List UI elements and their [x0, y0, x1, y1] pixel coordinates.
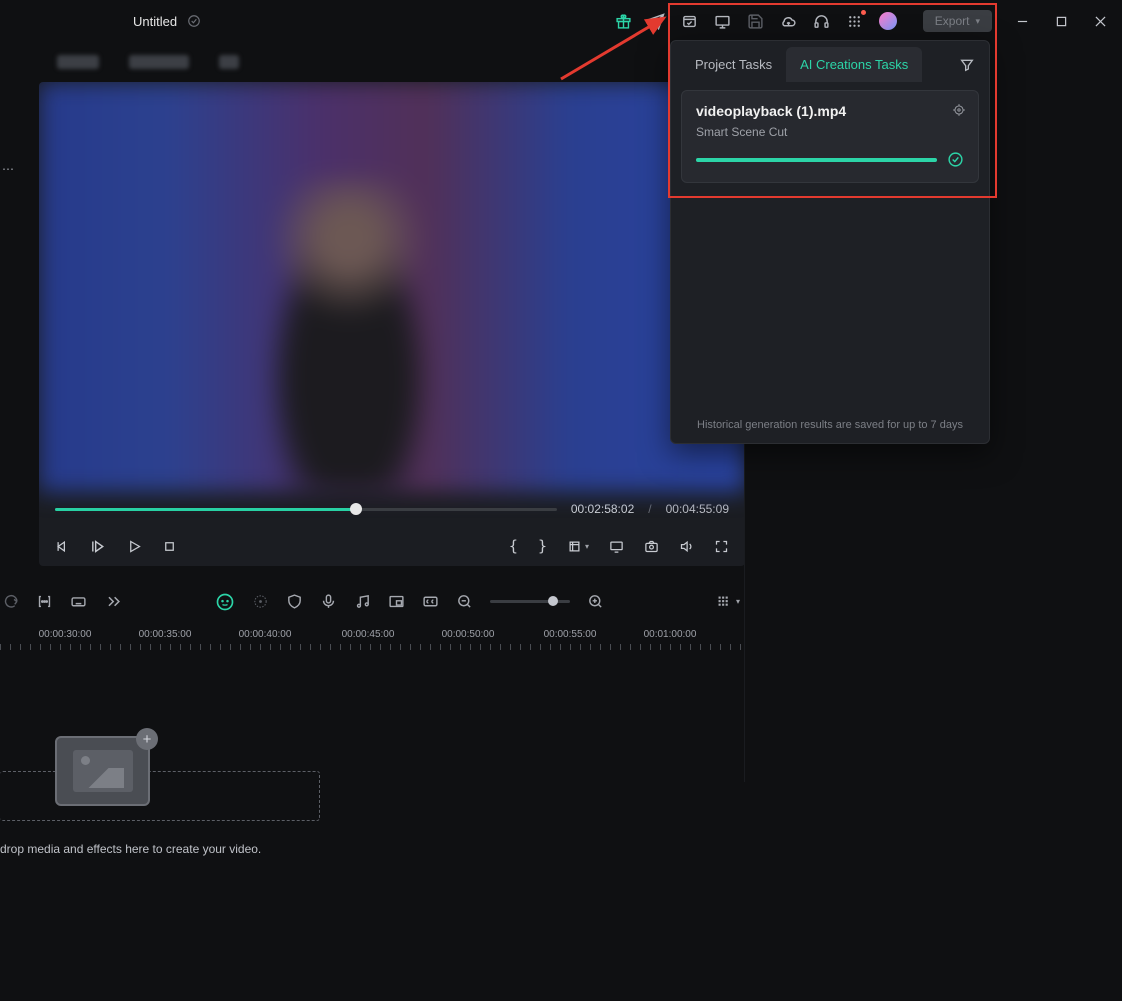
video-preview: 00:02:58:02 / 00:04:55:09 { } ▾	[39, 82, 745, 566]
play-icon[interactable]	[127, 539, 142, 554]
chevron-down-icon: ▾	[736, 597, 740, 606]
redo-icon[interactable]	[2, 593, 19, 610]
aspect-crop-dropdown[interactable]: ▾	[567, 539, 589, 554]
snapshot-icon[interactable]	[644, 539, 659, 554]
locate-target-icon[interactable]	[952, 103, 966, 117]
headset-icon[interactable]	[813, 13, 830, 30]
gift-icon[interactable]	[615, 13, 632, 30]
bracket-select-icon[interactable]	[36, 593, 53, 610]
ai-robot-icon[interactable]	[215, 592, 235, 612]
mark-in-icon[interactable]: {	[509, 537, 518, 555]
mark-out-icon[interactable]: }	[538, 537, 547, 555]
task-subtitle: Smart Scene Cut	[696, 125, 964, 139]
add-media-button[interactable]: +	[136, 728, 158, 750]
sidebar-handle[interactable]: ⋯	[2, 162, 13, 176]
check-circle-icon	[947, 151, 964, 168]
user-avatar[interactable]	[879, 12, 897, 30]
tasks-footer-note: Historical generation results are saved …	[671, 419, 989, 435]
preview-tab-blurred[interactable]	[129, 55, 189, 69]
tasks-queue-icon[interactable]	[681, 13, 698, 30]
time-separator: /	[648, 502, 651, 516]
fullscreen-icon[interactable]	[714, 539, 729, 554]
tasks-panel: Project Tasks AI Creations Tasks videopl…	[670, 40, 990, 444]
mic-icon[interactable]	[320, 593, 337, 610]
task-progress-bar	[696, 158, 937, 162]
drop-hint-text: drop media and effects here to create yo…	[0, 842, 261, 856]
play-next-frame-icon[interactable]	[90, 538, 107, 555]
video-canvas[interactable]	[39, 82, 745, 492]
ruler-label: 00:00:45:00	[342, 629, 395, 640]
ruler-label: 00:00:30:00	[39, 629, 92, 640]
window-minimize-icon[interactable]	[1017, 16, 1028, 27]
step-back-icon[interactable]	[55, 539, 70, 554]
ruler-label: 00:00:55:00	[544, 629, 597, 640]
stop-icon[interactable]	[162, 539, 177, 554]
project-title: Untitled	[133, 14, 177, 29]
sidebar-collapsed: ⋯	[0, 42, 15, 582]
cloud-upload-icon[interactable]	[780, 13, 797, 30]
duration-time: 00:04:55:09	[666, 502, 729, 516]
timeline-toolbar: ▾	[0, 582, 744, 622]
filter-icon[interactable]	[959, 57, 975, 73]
ruler-label: 00:00:50:00	[442, 629, 495, 640]
saved-status-icon	[187, 14, 201, 28]
ruler-label: 00:01:00:00	[644, 629, 697, 640]
display-out-icon[interactable]	[609, 539, 624, 554]
ruler-label: 00:00:40:00	[239, 629, 292, 640]
window-close-icon[interactable]	[1095, 16, 1106, 27]
desktop-icon[interactable]	[714, 13, 731, 30]
shield-icon[interactable]	[286, 593, 303, 610]
tab-ai-creations-tasks[interactable]: AI Creations Tasks	[786, 47, 922, 82]
send-icon[interactable]	[648, 13, 665, 30]
zoom-slider[interactable]	[490, 600, 570, 603]
chevron-down-icon: ▾	[975, 16, 980, 27]
notification-dot	[861, 10, 866, 15]
apps-grid-icon[interactable]	[846, 13, 863, 30]
keyboard-icon[interactable]	[70, 593, 87, 610]
window-maximize-icon[interactable]	[1056, 16, 1067, 27]
playback-slider[interactable]	[55, 508, 557, 511]
timeline-ruler[interactable]: 00:00:30:00 00:00:35:00 00:00:40:00 00:00:4…	[0, 626, 744, 656]
caption-cc-icon[interactable]	[422, 593, 439, 610]
preview-tab-blurred[interactable]	[57, 55, 99, 69]
track-view-dropdown[interactable]: ▾	[715, 593, 740, 610]
player-controls: { } ▾	[39, 526, 745, 566]
export-label: Export	[935, 14, 970, 28]
export-button[interactable]: Export ▾	[923, 10, 992, 32]
ruler-label: 00:00:35:00	[139, 629, 192, 640]
preview-tabs	[57, 48, 745, 76]
save-icon[interactable]	[747, 13, 764, 30]
timeline[interactable]: 00:00:30:00 00:00:35:00 00:00:40:00 00:00:4…	[0, 622, 744, 992]
volume-icon[interactable]	[679, 539, 694, 554]
task-card[interactable]: videoplayback (1).mp4 Smart Scene Cut	[681, 90, 979, 183]
media-clip-placeholder[interactable]: +	[55, 736, 150, 806]
zoom-in-icon[interactable]	[587, 593, 604, 610]
expand-right-icon[interactable]	[104, 593, 121, 610]
preview-tab-blurred[interactable]	[219, 55, 239, 69]
tab-project-tasks[interactable]: Project Tasks	[681, 47, 786, 82]
target-dotted-icon[interactable]	[252, 593, 269, 610]
current-time: 00:02:58:02	[571, 502, 634, 516]
titlebar: Untitled Export	[0, 0, 1122, 42]
timeline-drop-zone[interactable]	[0, 771, 320, 821]
picture-in-picture-icon[interactable]	[388, 593, 405, 610]
task-title: videoplayback (1).mp4	[696, 103, 964, 119]
zoom-out-icon[interactable]	[456, 593, 473, 610]
music-note-icon[interactable]	[354, 593, 371, 610]
